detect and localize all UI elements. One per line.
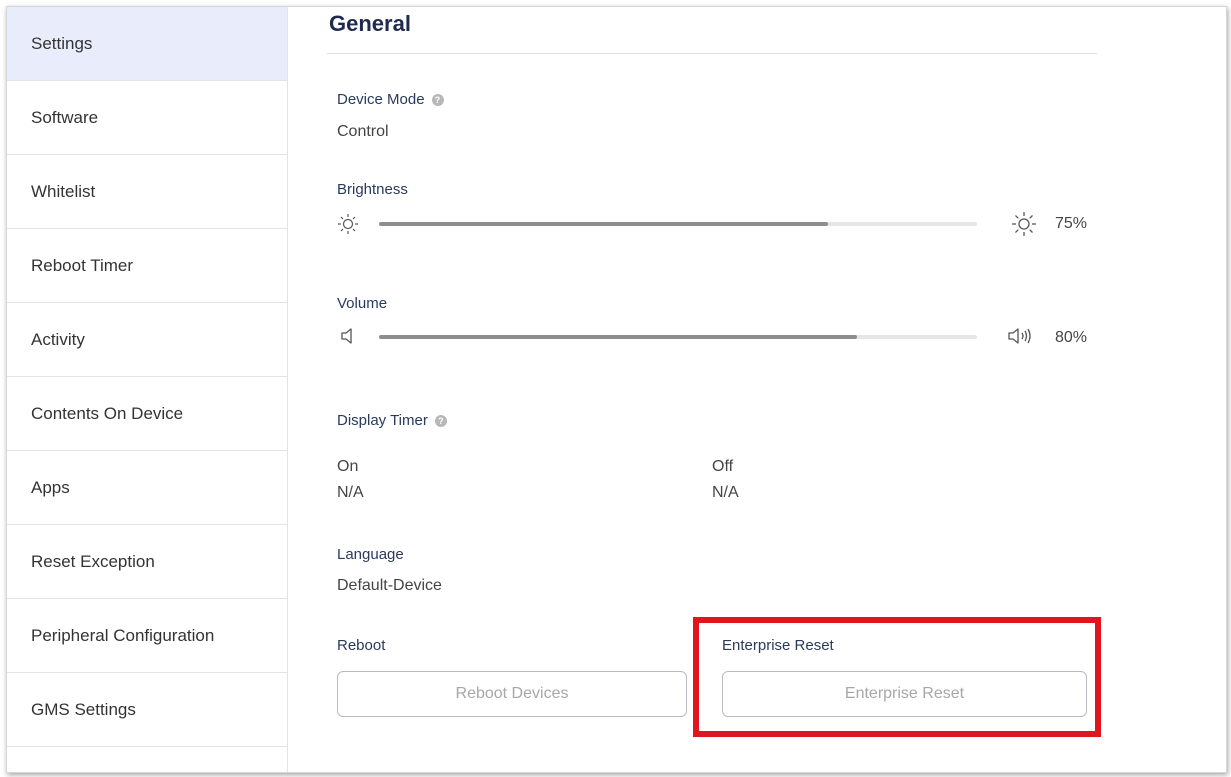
sidebar-item-label: Software xyxy=(31,107,99,127)
help-icon[interactable]: ? xyxy=(431,94,444,106)
sidebar-item-label: Reset Exception xyxy=(31,551,155,571)
display-timer-off-value: N/A xyxy=(712,484,739,501)
volume-slider-fill xyxy=(379,335,858,339)
display-timer-label: Display Timer? xyxy=(337,412,447,429)
settings-window: Settings Software Whitelist Reboot Timer… xyxy=(6,6,1227,773)
sidebar-item-activity[interactable]: Activity xyxy=(7,303,287,377)
sidebar-item-label: Whitelist xyxy=(31,181,96,201)
highlight-box xyxy=(693,617,1101,737)
display-timer-off-label: Off xyxy=(712,458,734,475)
device-mode-value: Control xyxy=(337,123,389,140)
sidebar-item-label: Reboot Timer xyxy=(31,255,134,275)
sidebar-item-label: Contents On Device xyxy=(31,403,184,423)
sidebar-item-reboot-timer[interactable]: Reboot Timer xyxy=(7,229,287,303)
sidebar-item-whitelist[interactable]: Whitelist xyxy=(7,155,287,229)
sidebar-item-label: GMS Settings xyxy=(31,699,136,719)
sun-low-icon xyxy=(338,214,358,234)
display-timer-on-label: On xyxy=(337,458,359,475)
sidebar-item-label: Apps xyxy=(31,477,70,497)
device-mode-label-text: Device Mode xyxy=(337,91,425,108)
sun-high-icon xyxy=(1012,212,1036,236)
sidebar-item-label: Peripheral Configuration xyxy=(31,625,215,645)
language-label: Language xyxy=(337,546,404,563)
sidebar-item-label: Activity xyxy=(31,329,85,349)
reboot-devices-button[interactable]: Reboot Devices xyxy=(337,671,687,717)
title-divider xyxy=(327,53,1097,54)
device-mode-label: Device Mode? xyxy=(337,91,444,108)
sidebar-item-gms-settings[interactable]: GMS Settings xyxy=(7,673,287,747)
volume-label: Volume xyxy=(337,295,388,312)
brightness-label: Brightness xyxy=(337,181,408,198)
page-title: General xyxy=(329,11,411,36)
display-timer-on-value: N/A xyxy=(337,484,364,501)
sidebar: Settings Software Whitelist Reboot Timer… xyxy=(7,7,288,772)
display-timer-label-text: Display Timer xyxy=(337,412,428,429)
sidebar-item-reset-exception[interactable]: Reset Exception xyxy=(7,525,287,599)
help-icon[interactable]: ? xyxy=(434,415,447,427)
speaker-low-icon xyxy=(341,328,352,344)
sidebar-item-contents-on-device[interactable]: Contents On Device xyxy=(7,377,287,451)
reboot-label: Reboot xyxy=(337,637,386,654)
language-value: Default-Device xyxy=(337,577,442,594)
speaker-high-icon xyxy=(1008,328,1031,344)
sidebar-item-apps[interactable]: Apps xyxy=(7,451,287,525)
brightness-slider-fill xyxy=(379,222,828,226)
sidebar-item-label: Settings xyxy=(31,33,93,53)
main-panel: General Device Mode? Control Brightness xyxy=(287,7,1226,772)
brightness-slider[interactable] xyxy=(379,222,977,226)
brightness-value: 75% xyxy=(1055,215,1088,232)
sidebar-item-peripheral-configuration[interactable]: Peripheral Configuration xyxy=(7,599,287,673)
sidebar-item-software[interactable]: Software xyxy=(7,81,287,155)
volume-value: 80% xyxy=(1055,329,1088,346)
volume-slider[interactable] xyxy=(379,335,977,339)
sidebar-item-settings[interactable]: Settings xyxy=(7,7,287,81)
